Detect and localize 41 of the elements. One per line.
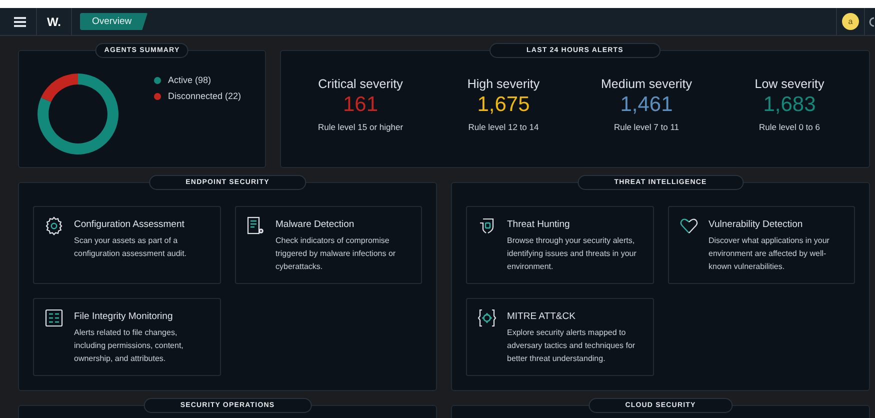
card-description: Alerts related to file changes, including permissions, content, ownership, and attributes. (74, 327, 184, 365)
severity-label: Low severity (754, 77, 824, 91)
card-description: Browse through your security alerts, identifying issues and threats in your environment. (507, 235, 638, 273)
heart-icon (678, 216, 698, 236)
menu-icon[interactable] (14, 16, 26, 26)
card-title: File Integrity Monitoring (74, 311, 174, 322)
legend-label: Disconnected (22) (168, 91, 242, 101)
alert-count: 1,683 (763, 92, 816, 118)
card-description: Check indicators of compromise triggered by malware infections or cyberattacks. (276, 235, 397, 273)
alert-count: 1,675 (477, 92, 530, 118)
avatar[interactable]: a (842, 13, 859, 30)
alert-count: 161 (342, 92, 378, 118)
alert-count: 1,461 (620, 92, 673, 118)
module-card[interactable]: Malware Detection Check indicators of compromise triggered by malware infections or cyberattacks. (234, 206, 422, 284)
overview-tab[interactable]: Overview (80, 13, 148, 30)
list-icon (44, 308, 64, 328)
card-title: Vulnerability Detection (708, 219, 804, 230)
severity-label: Critical severity (318, 77, 403, 91)
card-title: MITRE ATT&CK (507, 311, 576, 322)
severity-label: High severity (467, 77, 540, 91)
card-title: Threat Hunting (507, 219, 571, 230)
card-title: Malware Detection (276, 219, 356, 230)
severity-label: Medium severity (601, 77, 692, 91)
card-description: Explore security alerts mapped to adversary tactics and techniques for better threat understanding. (507, 327, 636, 365)
document-gear-icon (246, 216, 266, 236)
card-title: Configuration Assessment (74, 219, 186, 230)
rule-level: Rule level 7 to 11 (614, 122, 680, 132)
card-description: Scan your assets as part of a configuration assessment audit. (74, 235, 188, 260)
module-card[interactable]: Threat Hunting Browse through your security alerts, identifying issues and threats in your environment. (466, 206, 654, 284)
module-card[interactable]: MITRE ATT&CK Explore security alerts mapped to adversary tactics and techniques for better threat understanding. (466, 298, 654, 376)
legend-label: Active (98) (168, 75, 212, 85)
rule-level: Rule level 12 to 14 (468, 122, 539, 132)
logo[interactable]: W. (47, 14, 61, 28)
card-description: Discover what applications in your environment are affected by well-known vulnerabilities. (708, 235, 830, 273)
rule-level: Rule level 15 or higher (318, 122, 404, 132)
rule-level: Rule level 0 to 6 (759, 122, 820, 132)
module-card[interactable]: File Integrity Monitoring Alerts related to file changes, including permissions, content, ownership, and attributes. (33, 298, 220, 376)
module-card[interactable]: Vulnerability Detection Discover what applications in your environment are affected by well-known vulnerabilities. (668, 206, 855, 284)
gear-icon (44, 216, 64, 236)
module-card[interactable]: Configuration Assessment Scan your assets as part of a configuration assessment audit. (33, 206, 220, 284)
target-icon (477, 308, 497, 328)
